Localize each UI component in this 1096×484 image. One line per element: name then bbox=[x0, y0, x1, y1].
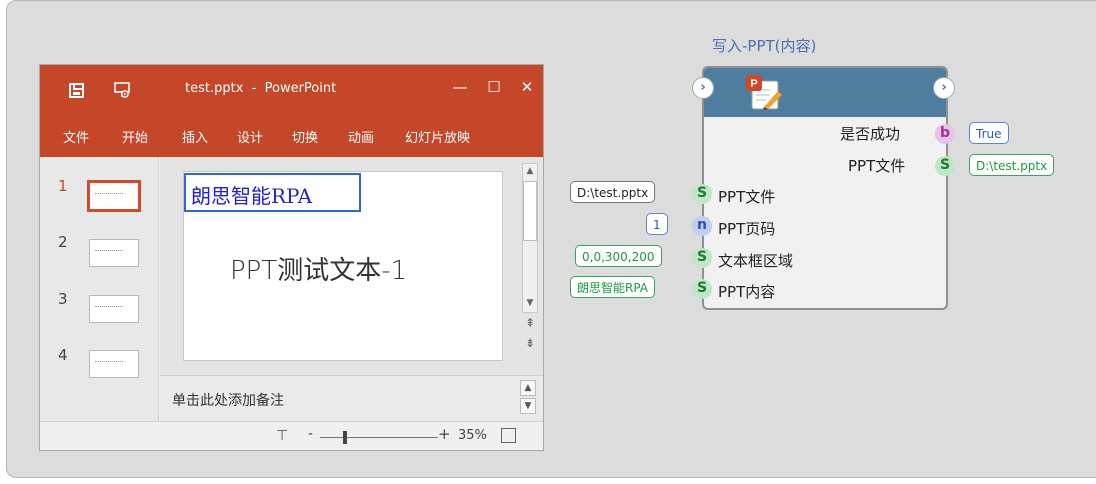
fit-to-window-icon[interactable] bbox=[501, 428, 516, 443]
notes-scroll-up-icon[interactable]: ▲ bbox=[520, 380, 536, 396]
start-slideshow-icon[interactable] bbox=[113, 81, 131, 99]
slide-canvas[interactable]: 朗思智能RPA PPT测试文本-1 bbox=[183, 171, 503, 361]
tab-transitions[interactable]: 切换 bbox=[292, 127, 318, 146]
slide-editor: 朗思智能RPA PPT测试文本-1 ▲ ▼ ⇞ ⇟ bbox=[160, 157, 543, 375]
output-label-success: 是否成功 bbox=[840, 125, 901, 143]
slide-thumbnail-3[interactable] bbox=[89, 295, 139, 323]
tab-insert[interactable]: 插入 bbox=[182, 127, 208, 146]
output-value-success[interactable]: True bbox=[969, 122, 1009, 144]
save-icon[interactable] bbox=[69, 83, 84, 98]
tab-file[interactable]: 文件 bbox=[63, 127, 89, 146]
input-label-textbox-area: 文本框区域 bbox=[718, 252, 794, 270]
status-bar: ⊤ - + 35% bbox=[40, 421, 543, 450]
node-header[interactable]: P bbox=[704, 68, 946, 117]
input-port-page-number[interactable]: n bbox=[692, 216, 712, 236]
slide-thumbnail-2[interactable] bbox=[89, 239, 139, 267]
slide-vertical-scrollbar[interactable]: ▲ ▼ ⇞ ⇟ bbox=[520, 163, 540, 369]
zoom-out-button[interactable]: - bbox=[308, 426, 313, 442]
flow-in-port[interactable]: › bbox=[692, 77, 714, 99]
scroll-thumb[interactable] bbox=[523, 181, 537, 241]
maximize-button[interactable]: ☐ bbox=[484, 78, 504, 96]
input-label-ppt-content: PPT内容 bbox=[718, 283, 776, 301]
slide-title-textbox[interactable]: 朗思智能RPA bbox=[184, 173, 361, 212]
slide-number-3: 3 bbox=[58, 290, 68, 308]
slide-number-2: 2 bbox=[58, 233, 68, 251]
input-value-ppt-content[interactable]: 朗思智能RPA bbox=[570, 276, 656, 298]
slide-thumbnail-pane: 1 2 3 4 bbox=[40, 157, 159, 421]
close-button[interactable]: ✕ bbox=[517, 78, 537, 96]
output-value-ppt-file[interactable]: D:\test.pptx bbox=[969, 154, 1055, 176]
notes-placeholder[interactable]: 单击此处添加备注 bbox=[172, 390, 284, 410]
minimize-button[interactable]: — bbox=[450, 78, 470, 96]
ppt-title-bar: test.pptx - PowerPoint — ☐ ✕ bbox=[40, 65, 543, 115]
powerpoint-window: test.pptx - PowerPoint — ☐ ✕ 文件 开始 插入 设计… bbox=[39, 64, 544, 451]
previous-slide-icon[interactable]: ⇞ bbox=[522, 315, 538, 331]
document-title: test.pptx - PowerPoint bbox=[185, 81, 337, 96]
zoom-slider-knob[interactable] bbox=[343, 431, 347, 444]
next-slide-icon[interactable]: ⇟ bbox=[522, 335, 538, 351]
output-port-success[interactable]: b bbox=[935, 124, 955, 144]
flow-out-port[interactable]: › bbox=[933, 77, 955, 99]
notes-toggle-icon[interactable]: ⊤ bbox=[276, 428, 288, 444]
input-value-ppt-file[interactable]: D:\test.pptx bbox=[570, 181, 656, 203]
ppt-edit-icon: P bbox=[746, 75, 782, 110]
notes-scroll-down-icon[interactable]: ▼ bbox=[520, 398, 536, 414]
slide-thumbnail-4[interactable] bbox=[89, 350, 139, 378]
notes-pane[interactable]: 单击此处添加备注 ▲ ▼ bbox=[160, 375, 543, 421]
zoom-in-button[interactable]: + bbox=[438, 425, 451, 443]
node-title: 写入-PPT(内容) bbox=[712, 37, 817, 55]
input-label-page-number: PPT页码 bbox=[718, 220, 776, 238]
slide-body-text[interactable]: PPT测试文本-1 bbox=[230, 250, 407, 287]
input-label-ppt-file: PPT文件 bbox=[718, 188, 776, 206]
input-value-textbox-area[interactable]: 0,0,300,200 bbox=[575, 245, 662, 267]
input-port-textbox-area[interactable]: S bbox=[692, 248, 712, 268]
tab-slideshow[interactable]: 幻灯片放映 bbox=[405, 127, 470, 146]
tab-home[interactable]: 开始 bbox=[122, 127, 148, 146]
tab-design[interactable]: 设计 bbox=[237, 127, 263, 146]
zoom-level[interactable]: 35% bbox=[458, 428, 487, 443]
ribbon-tabs: 文件 开始 插入 设计 切换 动画 幻灯片放映 bbox=[40, 115, 543, 157]
write-ppt-node[interactable]: P 是否成功 b PPT文件 S S PPT文件 n PPT页码 S 文本框区域… bbox=[692, 66, 955, 310]
input-value-page-number[interactable]: 1 bbox=[646, 213, 668, 235]
zoom-slider-track[interactable] bbox=[320, 437, 438, 438]
scroll-down-icon[interactable]: ▼ bbox=[522, 295, 538, 311]
notes-scrollbar[interactable]: ▲ ▼ bbox=[520, 380, 538, 416]
scroll-up-icon[interactable]: ▲ bbox=[522, 163, 538, 179]
input-port-ppt-file[interactable]: S bbox=[692, 184, 712, 204]
input-port-ppt-content[interactable]: S bbox=[692, 279, 712, 299]
slide-number-4: 4 bbox=[58, 346, 68, 364]
slide-thumbnail-1[interactable] bbox=[87, 180, 141, 212]
output-label-ppt-file: PPT文件 bbox=[848, 157, 906, 175]
svg-text:P: P bbox=[750, 78, 757, 90]
slide-number-1: 1 bbox=[58, 177, 68, 195]
tab-animations[interactable]: 动画 bbox=[348, 127, 374, 146]
output-port-ppt-file[interactable]: S bbox=[935, 156, 955, 176]
